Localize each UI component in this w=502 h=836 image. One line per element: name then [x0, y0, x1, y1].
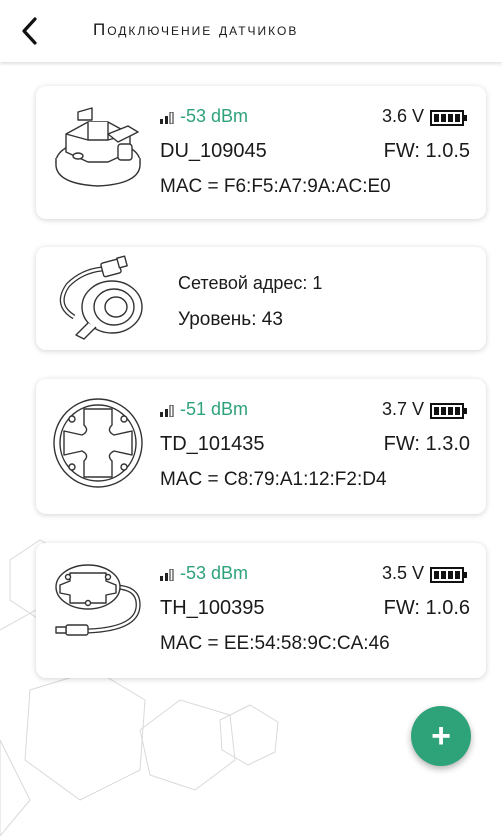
th-sensor-image: [55, 564, 141, 636]
hub-sensor-image: [59, 255, 143, 340]
signal-strength-icon: [160, 405, 174, 417]
plus-icon: +: [431, 716, 451, 755]
device-card[interactable]: Сетевой адрес: 1 Уровень: 43: [36, 247, 486, 350]
device-name: TD_101435: [160, 433, 265, 455]
battery-icon: [430, 110, 467, 126]
level-value: Уровень: 43: [178, 309, 283, 330]
network-address: Сетевой адрес: 1: [178, 273, 323, 293]
du-sensor-image: [55, 107, 141, 187]
mac-address: MAC = F6:F5:A7:9A:AC:E0: [160, 176, 391, 197]
firmware-version: FW: 1.0.6: [383, 597, 470, 619]
device-name: DU_109045: [160, 140, 267, 162]
add-sensor-button[interactable]: +: [411, 706, 471, 766]
mac-address: MAC = EE:54:58:9C:CA:46: [160, 633, 390, 654]
rssi-value: -51 dBm: [180, 399, 249, 419]
firmware-version: FW: 1.3.0: [383, 433, 470, 455]
signal-strength-icon: [160, 569, 174, 581]
mac-address: MAC = C8:79:A1:12:F2:D4: [160, 469, 387, 490]
rssi-value: -53 dBm: [180, 563, 249, 583]
chevron-left-icon: [22, 17, 37, 45]
voltage-value: 3.5 V: [381, 563, 424, 583]
device-card[interactable]: -53 dBm 3.6 V DU_109045 FW: 1.0.5 MAC = …: [36, 86, 486, 219]
device-name: TH_100395: [160, 597, 265, 619]
td-sensor-image: [53, 398, 143, 488]
firmware-version: FW: 1.0.5: [383, 140, 470, 162]
battery-icon: [430, 567, 467, 583]
voltage-value: 3.6 V: [381, 106, 424, 126]
rssi-value: -53 dBm: [180, 106, 249, 126]
page-title: Подключение датчиков: [93, 20, 299, 39]
header-bar: Подключение датчиков: [0, 0, 502, 62]
battery-icon: [430, 403, 467, 419]
voltage-value: 3.7 V: [381, 399, 424, 419]
device-card[interactable]: -51 dBm 3.7 V TD_101435 FW: 1.3.0 MAC = …: [36, 379, 486, 514]
device-card[interactable]: -53 dBm 3.5 V TH_100395 FW: 1.0.6 MAC = …: [36, 543, 486, 678]
signal-strength-icon: [160, 112, 174, 124]
back-button[interactable]: [14, 14, 44, 48]
